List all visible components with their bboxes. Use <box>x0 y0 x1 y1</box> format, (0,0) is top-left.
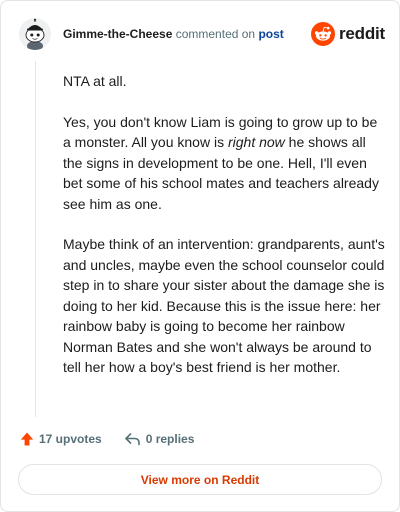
upvote-count: 17 upvotes <box>39 432 102 446</box>
avatar[interactable] <box>19 18 51 50</box>
upvote-action[interactable]: 17 upvotes <box>19 431 102 447</box>
comment-paragraph: Maybe think of an intervention: grandpar… <box>63 236 385 375</box>
reply-arrow-icon <box>124 433 140 446</box>
comment-emphasis: right now <box>227 134 285 150</box>
reply-action[interactable]: 0 replies <box>124 431 195 447</box>
username-link[interactable]: Gimme-the-Cheese <box>63 27 172 41</box>
byline: Gimme-the-Cheese commented on post <box>63 27 284 41</box>
reddit-snoo-icon <box>310 22 335 46</box>
commented-on-text: commented on <box>175 27 256 41</box>
brand-wordmark: reddit <box>338 24 385 43</box>
post-link[interactable]: post <box>258 27 283 41</box>
reply-count: 0 replies <box>145 432 195 446</box>
comment-actions: 17 upvotes 0 replies <box>19 429 194 449</box>
comment-body: NTA at all. Yes, you don't know Liam is … <box>63 71 387 398</box>
thread-line <box>35 61 36 417</box>
upvote-arrow-icon <box>20 432 34 446</box>
comment-paragraph: NTA at all. <box>63 73 127 89</box>
comment-embed-card: Gimme-the-Cheese commented on post reddi… <box>0 0 400 512</box>
reddit-logo[interactable]: reddit <box>310 22 385 46</box>
comment-header: Gimme-the-Cheese commented on post reddi… <box>19 18 385 52</box>
view-more-on-reddit-button[interactable]: View more on Reddit <box>18 464 382 495</box>
comment-paragraph: Yes, you don't know Liam is going to gro… <box>63 112 387 215</box>
